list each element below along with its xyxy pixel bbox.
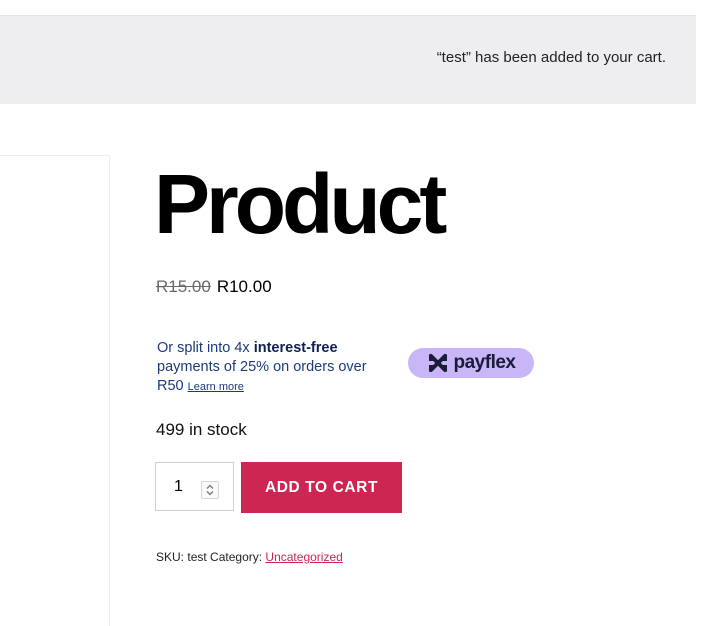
cart-notice-message: “test” has been added to your cart. [436, 49, 666, 66]
payflex-prefix: Or split into 4x [157, 340, 254, 356]
payflex-learn-more-link[interactable]: Learn more [188, 381, 244, 393]
cart-notice-banner: “test” has been added to your cart. [0, 16, 696, 104]
add-to-cart-button[interactable]: ADD TO CART [241, 462, 402, 513]
payflex-logo: payflex [408, 348, 534, 378]
payflex-logo-text: payflex [453, 352, 516, 373]
spinner-arrows-icon[interactable] [202, 482, 218, 498]
category-link[interactable]: Uncategorized [265, 550, 342, 564]
quantity-spinner[interactable] [201, 481, 219, 499]
product-price: R15.00 R10.00 [156, 277, 272, 297]
product-meta: SKU: test Category: Uncategorized [156, 550, 343, 564]
stock-status: 499 in stock [156, 420, 247, 439]
product-title: Product [154, 157, 447, 251]
payflex-message: Or split into 4x interest-free payments … [157, 339, 393, 397]
payflex-highlight: interest-free [253, 340, 338, 356]
product-gallery [0, 155, 110, 626]
sku-label: SKU: [156, 550, 185, 564]
quantity-stepper[interactable]: 1 [155, 462, 234, 511]
payflex-mark-icon [428, 354, 447, 372]
sale-price: R10.00 [216, 277, 272, 296]
old-price: R15.00 [156, 277, 211, 296]
quantity-value[interactable]: 1 [174, 478, 183, 496]
category-label: Category: [210, 550, 263, 564]
sku-value: test [187, 550, 207, 564]
